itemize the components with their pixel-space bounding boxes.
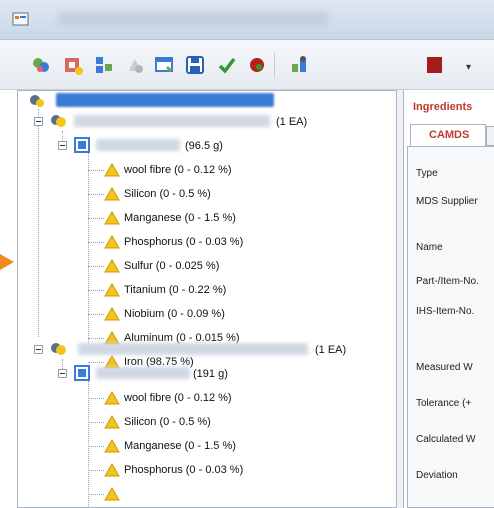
field-label-calculated-weight: Calculated W: [416, 434, 476, 445]
tab-strip: CAMDS: [404, 124, 494, 146]
panel-title: Ingredients: [413, 101, 473, 113]
assembly-quantity: (1 EA): [315, 344, 347, 356]
tree-icon[interactable]: [93, 54, 115, 76]
warning-icon: [104, 487, 120, 501]
tab-camds[interactable]: CAMDS: [410, 124, 486, 146]
collapse-toggle[interactable]: [34, 345, 43, 354]
tree-line: [38, 109, 39, 337]
user-icon[interactable]: [288, 54, 310, 76]
field-label-measured-weight: Measured W: [416, 362, 473, 373]
warning-icon: [104, 211, 120, 225]
part-icon: [74, 365, 90, 381]
material-item[interactable]: Manganese (0 - 1.5 %): [124, 212, 236, 224]
tab-label: CAMDS: [429, 129, 470, 141]
check-icon[interactable]: [216, 54, 238, 76]
record-icon[interactable]: [246, 54, 268, 76]
material-item[interactable]: Silicon (0 - 0.5 %): [124, 416, 211, 428]
field-label-ihs-item-no: IHS-Item-No.: [416, 306, 475, 317]
field-label-name: Name: [416, 242, 443, 253]
material-item[interactable]: wool fibre (0 - 0.12 %): [124, 164, 232, 176]
part-name[interactable]: [96, 139, 180, 151]
assembly-icon: [51, 115, 66, 127]
window-icon[interactable]: [153, 54, 175, 76]
material-item[interactable]: Sulfur (0 - 0.025 %): [124, 260, 219, 272]
material-item[interactable]: Phosphorus (0 - 0.03 %): [124, 464, 243, 476]
part-icon: [74, 137, 90, 153]
warning-icon: [104, 163, 120, 177]
material-item[interactable]: Niobium (0 - 0.09 %): [124, 308, 225, 320]
pointer-arrow-icon: [0, 254, 14, 270]
part-weight: (96.5 g): [185, 140, 223, 152]
collapse-toggle[interactable]: [34, 117, 43, 126]
field-label-part-item-no: Part-/Item-No.: [416, 276, 479, 287]
chevron-down-icon[interactable]: ▾: [466, 62, 471, 73]
warning-icon: [104, 187, 120, 201]
tree-line: [88, 153, 89, 346]
field-label-deviation: Deviation: [416, 470, 458, 481]
root-folder-icon: [30, 95, 44, 107]
field-label-mds-supplier: MDS Supplier: [416, 196, 478, 207]
assembly-name[interactable]: [78, 343, 308, 355]
material-item[interactable]: wool fibre (0 - 0.12 %): [124, 392, 232, 404]
collapse-toggle[interactable]: [58, 141, 67, 150]
warning-icon: [104, 283, 120, 297]
material-item[interactable]: Silicon (0 - 0.5 %): [124, 188, 211, 200]
save-icon[interactable]: [184, 54, 206, 76]
materials-icon[interactable]: [30, 54, 52, 76]
material-item[interactable]: Phosphorus (0 - 0.03 %): [124, 236, 243, 248]
root-node-label[interactable]: [56, 93, 274, 107]
part-name[interactable]: [96, 367, 190, 379]
material-item[interactable]: Titanium (0 - 0.22 %): [124, 284, 226, 296]
field-label-type: Type: [416, 168, 438, 179]
tree-line: [88, 381, 89, 507]
assembly-name[interactable]: [74, 115, 270, 127]
assembly-icon: [51, 343, 66, 355]
assembly-quantity: (1 EA): [276, 116, 308, 128]
window-title: [58, 12, 328, 26]
warning-icon: [104, 259, 120, 273]
toolbar: ▾: [0, 40, 494, 90]
collapse-toggle[interactable]: [58, 369, 67, 378]
warning-icon: [104, 307, 120, 321]
tab-next[interactable]: [486, 126, 494, 146]
toolbar-separator: [274, 52, 275, 78]
app-icon: [12, 12, 29, 26]
title-bar: [0, 0, 494, 40]
warning-icon: [104, 439, 120, 453]
book-icon[interactable]: [424, 54, 446, 76]
part-weight: (191 g): [193, 368, 228, 380]
field-label-tolerance: Tolerance (+: [416, 398, 472, 409]
warning-icon: [104, 235, 120, 249]
warning-icon: [104, 415, 120, 429]
material-item[interactable]: Manganese (0 - 1.5 %): [124, 440, 236, 452]
disabled-icon[interactable]: [124, 54, 146, 76]
warning-icon: [104, 391, 120, 405]
add-component-icon[interactable]: [62, 54, 84, 76]
warning-icon: [104, 463, 120, 477]
details-panel: Ingredients CAMDS Type MDS Supplier Name…: [403, 90, 494, 508]
tree-panel: (1 EA) (96.5 g) wool fibre (0 - 0.12 %) …: [17, 90, 397, 508]
